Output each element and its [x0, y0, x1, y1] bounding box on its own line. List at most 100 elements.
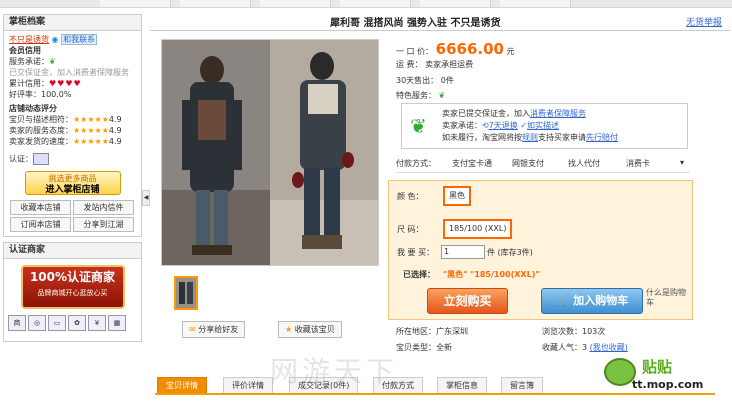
shop-icon[interactable]: 商 — [8, 315, 26, 331]
certified-merchant-title: 认证商家 — [4, 243, 141, 259]
views-value: 103次 — [582, 327, 606, 336]
views-label: 浏览次数： — [542, 327, 582, 336]
price-value: 6666.00 — [435, 40, 504, 58]
payment-method-card[interactable]: 支付宝卡通 — [452, 158, 492, 169]
selected-label: 已选择： — [403, 270, 435, 279]
heart-rating-icon[interactable]: ♥♥♥♥ — [49, 79, 82, 88]
star-rating-icon: ★★★★★ — [73, 137, 109, 146]
return-icon: ⟲ — [482, 121, 489, 130]
certified-merchant-badge[interactable]: 100%认证商家 品牌商城开心逛放心买 — [20, 265, 125, 309]
shipping-label: 运 费： — [396, 60, 423, 69]
subscribe-shop-button[interactable]: 订阅本店铺 — [10, 217, 71, 232]
rating-score: 4.9 — [108, 115, 122, 124]
certified-merchant-box: 认证商家 100%认证商家 品牌商城开心逛放心买 商 ◎ ▭ ✿ ¥ ▦ — [3, 242, 142, 342]
size-option-xxl[interactable]: 185/100 (XXL) — [443, 219, 513, 239]
shipping-value: 卖家承担运费 — [425, 60, 474, 69]
favorites-row: 收藏人气：3 (我也收藏) — [542, 342, 628, 353]
tab-guestbook[interactable]: 留言簿 — [501, 377, 543, 393]
guarantee-icon: ❦ — [49, 57, 56, 66]
rating-label: 宝贝与描述相符： — [9, 115, 73, 124]
id-card-icon[interactable] — [33, 153, 49, 165]
product-main-photo[interactable] — [161, 39, 379, 266]
shop-rating-title: 店铺动态评分 — [9, 104, 57, 113]
cart-icon: 🛒 — [555, 294, 570, 307]
favorite-item-button[interactable]: ★ 收藏该宝贝 — [278, 321, 342, 338]
favorites-label: 收藏人气： — [542, 343, 582, 352]
rating-label: 卖家发货的速度： — [9, 137, 73, 146]
shipping-row: 运 费： 卖家承担运费 — [396, 59, 473, 70]
service-guarantee-box: ❦ 卖家已提交保证金，加入消费者保障服务 卖家承诺：⟲7天退换 ✓如实描述 如未… — [401, 103, 688, 149]
views-row: 浏览次数：103次 — [542, 326, 605, 337]
location-value: 广东深圳 — [436, 327, 468, 336]
member-credit-label: 会员信用 — [9, 46, 41, 55]
watermark: 网游天下 — [270, 355, 399, 388]
sidebar: 掌柜档案 不只是诱货 ◉ 和我联系 会员信用 服务承诺：❦ 已交保证金，加入消费… — [3, 14, 142, 407]
cert-badge-title: 100%认证商家 — [29, 270, 116, 284]
rules-link[interactable]: 规则 — [522, 133, 538, 142]
seven-day-return-link[interactable]: 7天退换 — [489, 121, 518, 130]
verify-label: 认证： — [9, 154, 33, 164]
send-message-button[interactable]: 发站内信件 — [73, 200, 134, 215]
shopkeeper-profile-title: 掌柜档案 — [4, 15, 141, 31]
add-to-cart-label: 加入购物车 — [573, 294, 629, 307]
payment-method-proxy[interactable]: 找人代付 — [568, 158, 600, 169]
product-thumbnail[interactable] — [174, 276, 198, 310]
payment-method-consumer-card[interactable]: 消费卡 — [626, 158, 650, 169]
price-unit: 元 — [506, 47, 515, 56]
report-link[interactable]: 无货举报 — [686, 15, 722, 28]
color-option-black[interactable]: 黑色 — [443, 186, 471, 206]
share-jianghu-button[interactable]: 分享到江湖 — [73, 217, 134, 232]
quantity-label: 我 要 买： — [397, 248, 435, 257]
location-row: 所在地区：广东深圳 — [396, 326, 468, 337]
guarantee-large-icon: ❦ — [410, 114, 427, 138]
cumulative-credit-label: 累计信用： — [9, 79, 49, 88]
payment-methods-bar: 付款方式： 支付宝卡通 网银支付 找人代付 消费卡 ▾ — [396, 158, 690, 173]
mall-icon[interactable]: ◎ — [28, 315, 46, 331]
sold-row: 30天售出： 0件 — [396, 75, 454, 86]
logo-url: tt.mop.com — [632, 378, 704, 391]
quantity-input[interactable]: 1 — [441, 245, 485, 259]
tab-reviews[interactable]: 评价详情 — [223, 377, 273, 393]
special-service-row: 特色服务： ❦ — [396, 90, 445, 101]
favorites-value: 3 — [582, 343, 588, 352]
location-label: 所在地区： — [396, 327, 436, 336]
chevron-down-icon[interactable]: ▾ — [680, 158, 684, 167]
advance-compensation-link[interactable]: 先行赔付 — [586, 133, 618, 142]
service-line1: 卖家已提交保证金，加入 — [442, 109, 530, 118]
add-favorite-link[interactable]: (我也收藏) — [590, 343, 628, 352]
purchase-box: 颜 色： 黑色 尺 码： 185/100 (XXL) 我 要 买： 1 件 (库… — [388, 180, 693, 320]
badge-icons-row: 商 ◎ ▭ ✿ ¥ ▦ — [4, 315, 141, 331]
buy-now-button[interactable]: 立刻购买 — [427, 288, 508, 314]
add-to-cart-button[interactable]: 🛒 加入购物车 — [541, 288, 643, 314]
guarantee-leaf-icon[interactable]: ❦ — [439, 91, 446, 100]
favorite-item-label: 收藏该宝贝 — [294, 325, 335, 334]
sold-value: 0件 — [440, 76, 454, 85]
share-to-friend-button[interactable]: ✉ 分享给好友 — [182, 321, 246, 338]
what-is-cart-link[interactable]: 什么是购物车 — [646, 288, 686, 308]
price-label: 一 口 价： — [396, 47, 434, 56]
selected-value: "黑色" "185/100(XXL)" — [443, 270, 540, 279]
box-icon[interactable]: ▦ — [108, 315, 126, 331]
tab-item-details[interactable]: 宝贝详情 — [157, 377, 207, 393]
sold-label: 30天售出： — [396, 76, 439, 85]
coin-icon[interactable]: ¥ — [88, 315, 106, 331]
wangwang-icon[interactable]: ◉ — [52, 35, 59, 44]
enter-shop-button[interactable]: 挑选更多商品 进入掌柜店铺 — [24, 171, 121, 195]
collapse-sidebar-arrow-icon[interactable]: ◀ — [142, 190, 150, 206]
tab-shopkeeper-info[interactable]: 掌柜信息 — [437, 377, 487, 393]
service-line3-prefix: 如未履行，淘宝网将按 — [442, 133, 522, 142]
favorite-icon: ★ — [285, 325, 293, 334]
gift-icon[interactable]: ✿ — [68, 315, 86, 331]
favorite-shop-button[interactable]: 收藏本店铺 — [10, 200, 71, 215]
positive-rate: 好评率：100.0% — [9, 90, 72, 99]
consumer-protection-link[interactable]: 消费者保障服务 — [530, 109, 586, 118]
seller-name-link[interactable]: 不只是诱货 — [9, 35, 49, 44]
contact-me-link[interactable]: 和我联系 — [61, 34, 98, 45]
payment-method-bank[interactable]: 网银支付 — [512, 158, 544, 169]
card-icon[interactable]: ▭ — [48, 315, 66, 331]
star-rating-icon: ★★★★★ — [73, 115, 109, 124]
guarantee-note: 已交保证金，加入消费者保障服务 — [9, 68, 129, 77]
size-label: 尺 码： — [397, 225, 424, 234]
accurate-description-link[interactable]: 如实描述 — [527, 121, 559, 130]
product-photo-illustration — [162, 40, 378, 265]
